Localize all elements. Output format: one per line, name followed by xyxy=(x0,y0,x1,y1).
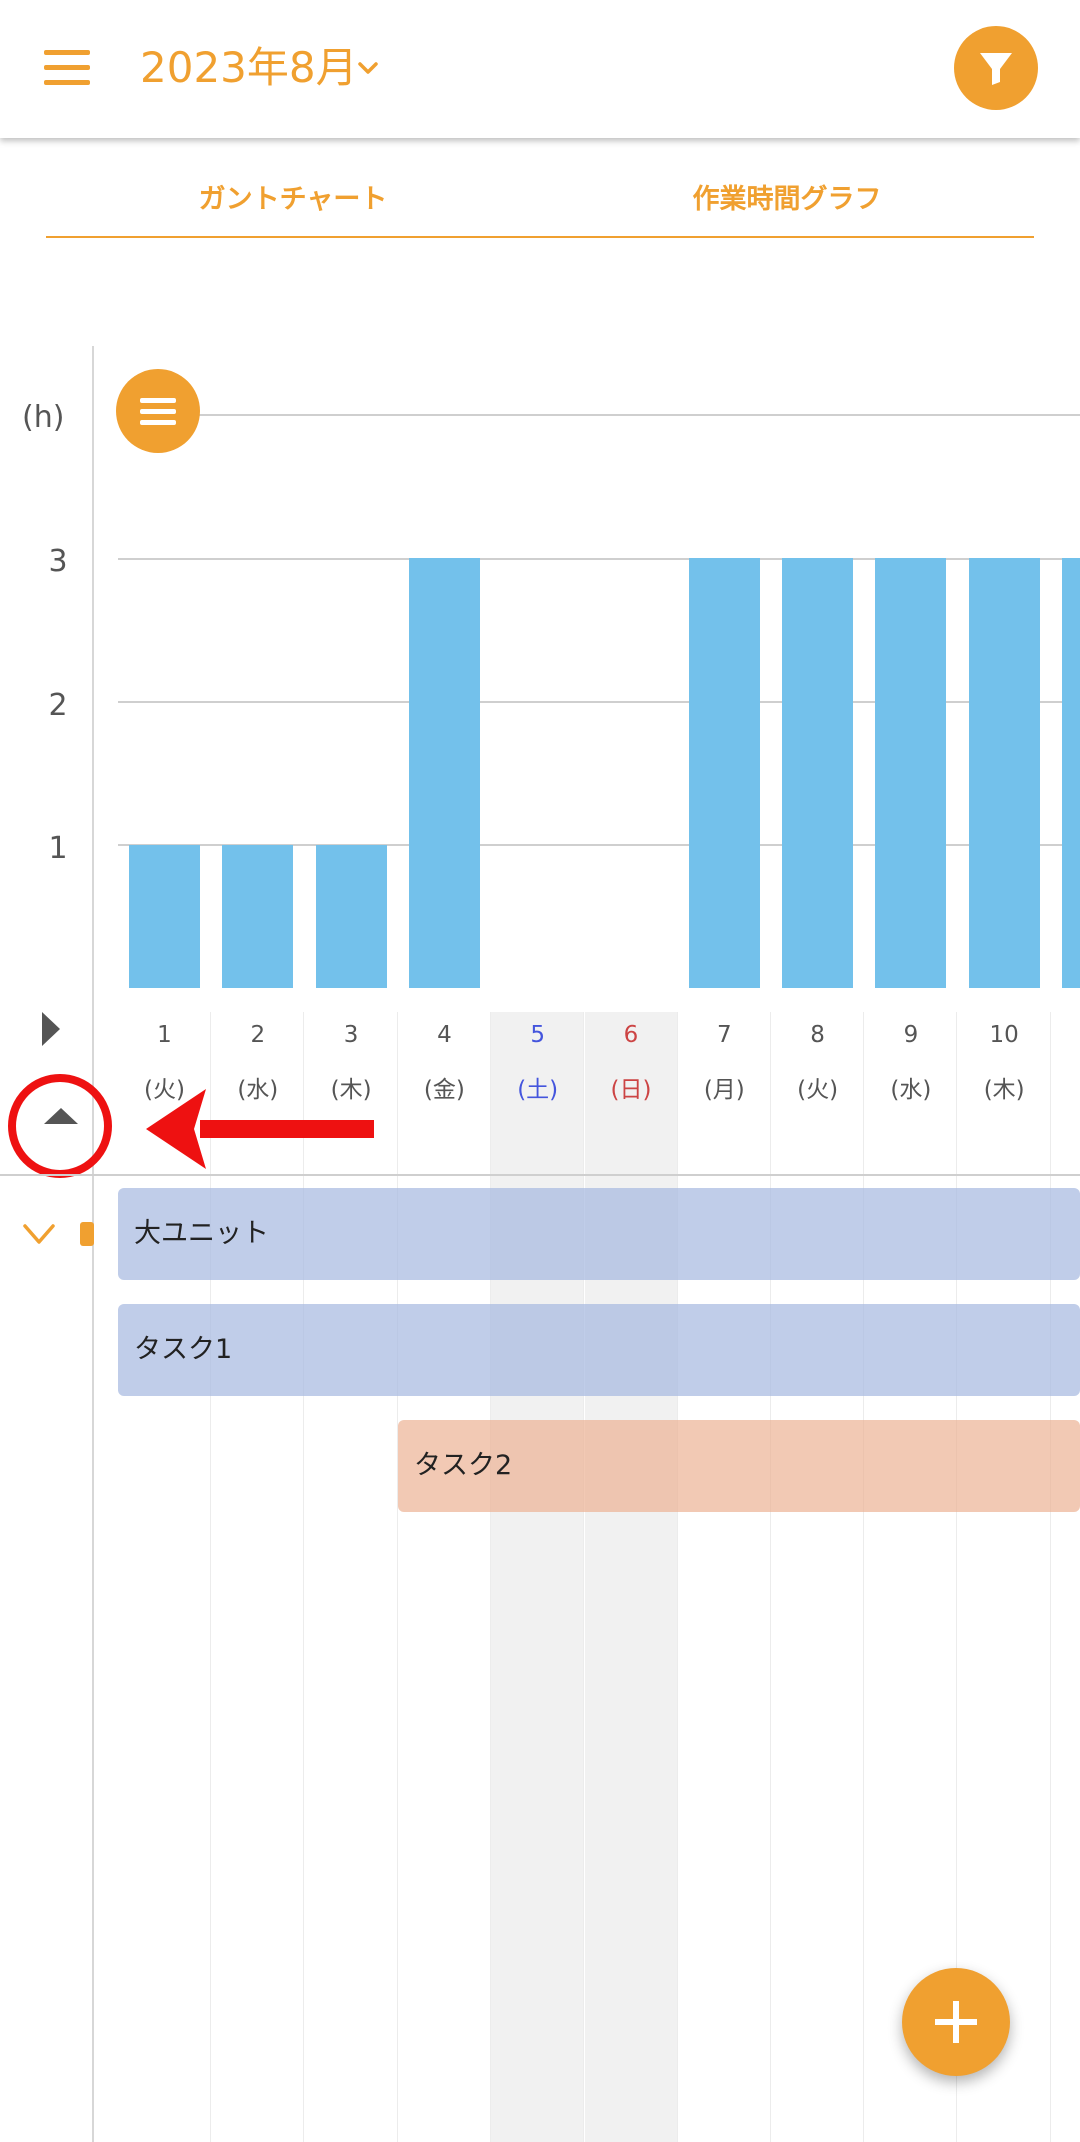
chart-bar-day-10 xyxy=(968,558,1040,988)
day-column xyxy=(398,1012,491,2142)
expand-arrow-icon[interactable] xyxy=(42,1012,60,1046)
unit-color-marker xyxy=(80,1222,94,1246)
chart-bar-day-1 xyxy=(129,844,200,988)
day-number: 7 xyxy=(716,1022,732,1048)
tab-gantt-chart[interactable]: ガントチャート xyxy=(46,178,540,222)
chart-bar-day-9 xyxy=(875,558,947,988)
plus-icon xyxy=(935,2001,977,2043)
month-selector[interactable]: 2023年8月 xyxy=(140,40,358,96)
chevron-down-icon[interactable] xyxy=(22,1222,56,1246)
chart-bar-partial xyxy=(1062,558,1080,988)
chevron-down-icon[interactable] xyxy=(354,54,382,82)
hamburger-icon[interactable] xyxy=(44,50,94,86)
filter-icon xyxy=(980,53,1012,85)
y-tick-label: 3 xyxy=(48,544,68,579)
day-column xyxy=(305,1012,398,2142)
day-weekday: (火) xyxy=(797,1077,839,1103)
day-column xyxy=(491,1012,585,2142)
chart-bar-day-3 xyxy=(315,844,387,988)
annotation-circle xyxy=(8,1074,112,1178)
day-weekday: (月) xyxy=(703,1077,745,1103)
day-column xyxy=(211,1012,305,2142)
day-number: 8 xyxy=(810,1022,825,1048)
day-weekday: (木) xyxy=(983,1077,1025,1103)
day-number: 2 xyxy=(250,1022,266,1048)
day-column xyxy=(771,1012,865,2142)
chart-bar-day-8 xyxy=(782,558,854,988)
day-weekday: (水) xyxy=(890,1077,932,1103)
chart-menu-button[interactable] xyxy=(116,369,200,453)
day-weekday: (日) xyxy=(610,1077,652,1103)
gantt-bar-unit[interactable]: 大ユニット xyxy=(118,1188,1080,1280)
gantt-divider xyxy=(0,1174,1080,1176)
app-bar: 2023年8月 xyxy=(0,0,1080,138)
day-number: 4 xyxy=(437,1022,452,1048)
y-tick-label: 1 xyxy=(48,831,68,866)
gantt-bar-task-1[interactable]: タスク1 xyxy=(118,1304,1080,1396)
day-weekday: (金) xyxy=(423,1077,465,1103)
gantt-bar-task-2[interactable]: タスク2 xyxy=(398,1420,1080,1512)
annotation-arrow xyxy=(146,1089,374,1169)
day-number: 5 xyxy=(530,1022,545,1048)
day-number: 9 xyxy=(903,1022,919,1048)
day-column xyxy=(584,1012,678,2142)
chart-bar-day-4 xyxy=(408,558,480,988)
day-column xyxy=(678,1012,771,2142)
tab-work-hours-graph[interactable]: 作業時間グラフ xyxy=(540,178,1034,222)
chart-bar-day-7 xyxy=(688,558,760,988)
day-number: 1 xyxy=(157,1022,172,1048)
chart-bar-day-2 xyxy=(222,844,294,988)
y-tick-label: 2 xyxy=(48,688,68,723)
gridline xyxy=(118,414,1080,416)
day-number: 6 xyxy=(623,1022,639,1048)
y-axis-unit: (h) xyxy=(22,400,65,435)
day-weekday: (土) xyxy=(517,1077,559,1103)
filter-button[interactable] xyxy=(954,26,1038,110)
day-number: 10 xyxy=(989,1022,1019,1048)
add-button[interactable] xyxy=(902,1968,1010,2076)
day-number: 3 xyxy=(343,1022,359,1048)
tab-underline xyxy=(46,236,1034,238)
day-column xyxy=(118,1012,211,2142)
